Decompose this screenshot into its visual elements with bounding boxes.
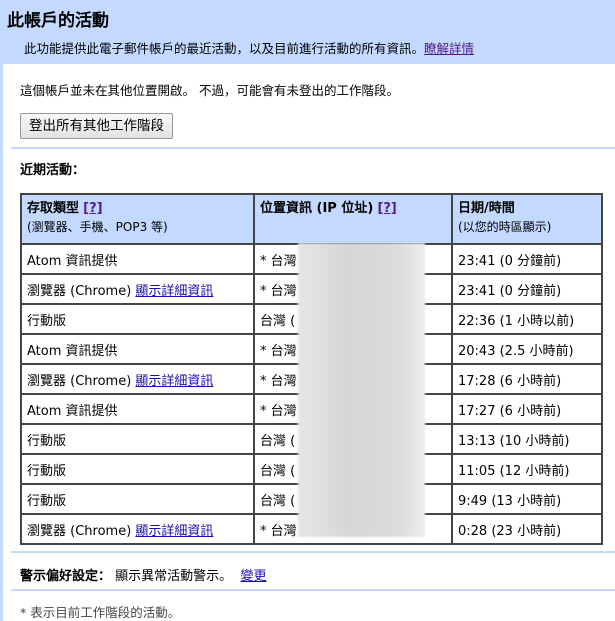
datetime-cell: 23:41 (0 分鐘前) (451, 273, 603, 305)
access-type: Atom 資訊提供 (27, 403, 118, 419)
access-type-cell: Atom 資訊提供 (20, 333, 255, 365)
column-subtitle: (以您的時區顯示) (458, 220, 552, 234)
access-type: 瀏覽器 (Chrome) (27, 523, 132, 539)
show-details-link[interactable]: 顯示詳細資訊 (135, 284, 213, 299)
datetime-cell: 23:41 (0 分鐘前) (451, 243, 603, 275)
divider (11, 589, 615, 591)
datetime-cell: 20:43 (2.5 小時前) (451, 333, 603, 365)
datetime-cell: 17:27 (6 小時前) (451, 393, 603, 425)
signout-all-sessions-button[interactable]: 登出所有其他工作階段 (20, 113, 173, 139)
alert-pref-value: 顯示異常活動警示。 (115, 569, 233, 584)
help-link[interactable]: [?] (83, 201, 102, 216)
column-title: 位置資訊 (IP 位址) (260, 201, 374, 216)
access-type: 行動版 (27, 313, 67, 329)
datetime-cell: 9:49 (13 小時前) (451, 483, 603, 515)
access-type-cell: 瀏覽器 (Chrome) 顯示詳細資訊 (20, 513, 255, 545)
column-subtitle: (瀏覽器、手機、POP3 等) (27, 220, 168, 234)
access-type: 行動版 (27, 493, 67, 509)
access-type: Atom 資訊提供 (27, 343, 118, 359)
page-header: 此帳戶的活動 此功能提供此電子郵件帳戶的最近活動，以及目前進行活動的所有資訊。瞭… (0, 0, 615, 64)
datetime-cell: 22:36 (1 小時以前) (451, 303, 603, 335)
access-type-cell: 行動版 (20, 303, 255, 335)
access-type-cell: 瀏覽器 (Chrome) 顯示詳細資訊 (20, 273, 255, 305)
content-frame: 這個帳戶並未在其他位置開啟。 不過，可能會有未登出的工作階段。 登出所有其他工作… (0, 64, 615, 621)
show-details-link[interactable]: 顯示詳細資訊 (135, 374, 213, 389)
access-type-cell: 瀏覽器 (Chrome) 顯示詳細資訊 (20, 363, 255, 395)
access-type-cell: 行動版 (20, 453, 255, 485)
datetime-cell: 0:28 (23 小時前) (451, 513, 603, 545)
divider (11, 147, 615, 149)
status-note: 這個帳戶並未在其他位置開啟。 不過，可能會有未登出的工作階段。 (20, 83, 399, 98)
access-type: 行動版 (27, 433, 67, 449)
access-type: 瀏覽器 (Chrome) (27, 373, 132, 389)
column-header: 位置資訊 (IP 位址) [?] (253, 193, 453, 245)
access-type-cell: Atom 資訊提供 (20, 393, 255, 425)
page-title: 此帳戶的活動 (7, 11, 109, 31)
redacted-ip-blur (298, 243, 425, 537)
divider (11, 551, 615, 553)
change-alert-link[interactable]: 變更 (240, 569, 266, 584)
column-header: 日期/時間 (以您的時區顯示) (451, 193, 603, 245)
help-link[interactable]: [?] (377, 201, 396, 216)
page-description: 此功能提供此電子郵件帳戶的最近活動，以及目前進行活動的所有資訊。瞭解詳情 (7, 38, 608, 57)
column-title: 日期/時間 (458, 201, 515, 216)
alert-pref-label: 警示偏好設定： (20, 569, 112, 584)
datetime-cell: 17:28 (6 小時前) (451, 363, 603, 395)
access-type: Atom 資訊提供 (27, 253, 118, 269)
show-details-link[interactable]: 顯示詳細資訊 (135, 524, 213, 539)
access-type-cell: 行動版 (20, 423, 255, 455)
recent-activity-heading: 近期活動： (20, 163, 86, 178)
datetime-cell: 13:13 (10 小時前) (451, 423, 603, 455)
access-type: 瀏覽器 (Chrome) (27, 283, 132, 299)
access-type-cell: Atom 資訊提供 (20, 243, 255, 275)
access-type-cell: 行動版 (20, 483, 255, 515)
column-title: 存取類型 (27, 201, 80, 216)
access-type: 行動版 (27, 463, 67, 479)
learn-more-link[interactable]: 瞭解詳情 (424, 41, 474, 56)
datetime-cell: 11:05 (12 小時前) (451, 453, 603, 485)
description-text: 此功能提供此電子郵件帳戶的最近活動，以及目前進行活動的所有資訊。 (24, 41, 425, 56)
footnote: * 表示目前工作階段的活動。 (20, 605, 181, 620)
alert-preference: 警示偏好設定： 顯示異常活動警示。 變更 (20, 565, 266, 584)
column-header: 存取類型 [?] (瀏覽器、手機、POP3 等) (20, 193, 255, 245)
